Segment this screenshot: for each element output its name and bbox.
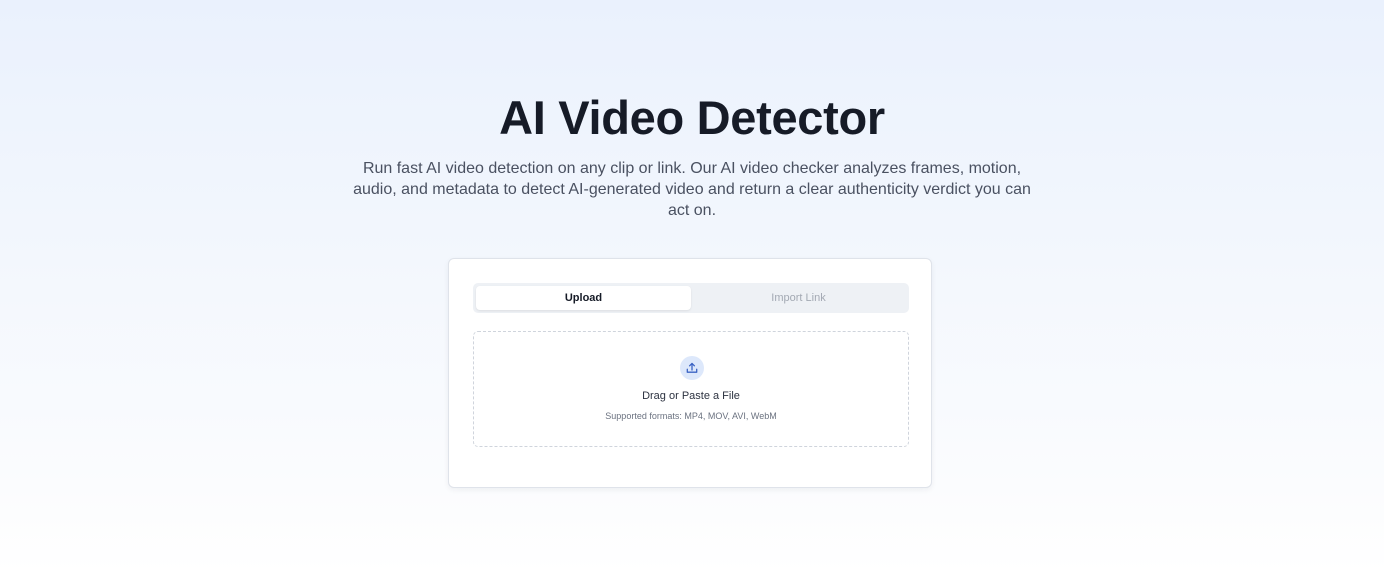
source-tabs: Upload Import Link [473,283,909,313]
tab-import-link[interactable]: Import Link [691,286,906,310]
file-dropzone[interactable]: Drag or Paste a File Supported formats: … [473,331,909,447]
upload-icon [680,356,704,380]
detector-card: Upload Import Link Drag or Paste a File … [448,258,932,488]
supported-formats: Supported formats: MP4, MOV, AVI, WebM [605,411,777,421]
tab-upload[interactable]: Upload [476,286,691,310]
page-description: Run fast AI video detection on any clip … [353,160,1031,219]
page-title: AI Video Detector [499,91,885,144]
dropzone-title: Drag or Paste a File [642,390,740,402]
